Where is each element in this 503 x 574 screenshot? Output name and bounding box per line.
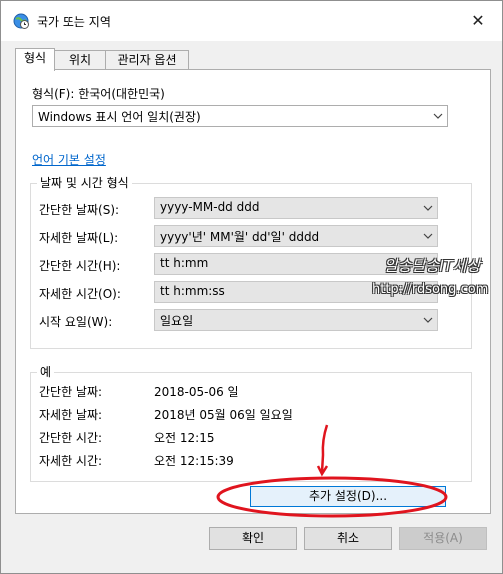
long-date-dropdown[interactable]: yyyy'년' MM'월' dd'일' dddd bbox=[154, 225, 438, 247]
language-preferences-link[interactable]: 언어 기본 설정 bbox=[32, 151, 106, 168]
example-long-time-label: 자세한 시간: bbox=[39, 454, 103, 468]
chevron-down-icon bbox=[423, 205, 433, 211]
window-title: 국가 또는 지역 bbox=[37, 15, 111, 29]
format-label: 형식(F): 한국어(대한민국) bbox=[32, 87, 165, 101]
example-short-time-value: 오전 12:15 bbox=[154, 431, 215, 445]
tab-format[interactable]: 형식 bbox=[15, 48, 55, 71]
title-bar: 국가 또는 지역 ✕ bbox=[1, 1, 502, 41]
long-time-label: 자세한 시간(O): bbox=[39, 287, 121, 301]
ok-button[interactable]: 확인 bbox=[209, 527, 297, 550]
example-short-date-label: 간단한 날짜: bbox=[39, 385, 103, 399]
additional-settings-button[interactable]: 추가 설정(D)... bbox=[250, 486, 446, 507]
tab-location[interactable]: 위치 bbox=[54, 50, 106, 70]
apply-button[interactable]: 적용(A) bbox=[399, 527, 487, 550]
example-short-date-value: 2018-05-06 일 bbox=[154, 385, 239, 399]
globe-clock-icon bbox=[13, 13, 29, 29]
example-long-date-label: 자세한 날짜: bbox=[39, 408, 103, 422]
example-short-time-label: 간단한 시간: bbox=[39, 431, 103, 445]
close-icon: ✕ bbox=[471, 11, 485, 30]
example-long-time-value: 오전 12:15:39 bbox=[154, 454, 234, 468]
example-group-title: 예 bbox=[37, 363, 55, 380]
long-time-value: tt h:mm:ss bbox=[160, 284, 225, 298]
watermark-blog-name: 알송달송IT세상 bbox=[384, 257, 481, 275]
short-date-label: 간단한 날짜(S): bbox=[39, 203, 120, 217]
first-day-value: 일요일 bbox=[160, 314, 194, 328]
watermark-url: http://rdsong.com bbox=[372, 282, 489, 297]
example-long-date-value: 2018년 05월 06일 일요일 bbox=[154, 408, 293, 422]
first-day-label: 시작 요일(W): bbox=[39, 315, 113, 329]
chevron-down-icon bbox=[423, 233, 433, 239]
short-time-value: tt h:mm bbox=[160, 256, 209, 270]
long-date-label: 자세한 날짜(L): bbox=[39, 231, 119, 245]
short-time-label: 간단한 시간(H): bbox=[39, 259, 121, 273]
chevron-down-icon bbox=[423, 317, 433, 323]
first-day-dropdown[interactable]: 일요일 bbox=[154, 309, 438, 331]
format-dropdown[interactable]: Windows 표시 언어 일치(권장) bbox=[32, 105, 448, 127]
chevron-down-icon bbox=[433, 113, 443, 119]
short-date-dropdown[interactable]: yyyy-MM-dd ddd bbox=[154, 197, 438, 219]
long-date-value: yyyy'년' MM'월' dd'일' dddd bbox=[160, 230, 320, 244]
tab-admin-options[interactable]: 관리자 옵션 bbox=[105, 50, 189, 70]
datetime-group-title: 날짜 및 시간 형식 bbox=[37, 174, 132, 191]
close-button[interactable]: ✕ bbox=[468, 11, 488, 31]
format-dropdown-value: Windows 표시 언어 일치(권장) bbox=[38, 110, 201, 124]
cancel-button[interactable]: 취소 bbox=[304, 527, 392, 550]
short-date-value: yyyy-MM-dd ddd bbox=[160, 200, 260, 214]
